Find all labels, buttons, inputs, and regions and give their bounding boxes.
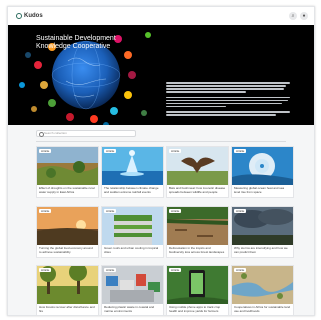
resource-card[interactable]: Article The relationship between climate … bbox=[101, 146, 164, 198]
search-input[interactable]: Search collection bbox=[36, 130, 136, 137]
search-placeholder: Search collection bbox=[44, 131, 67, 135]
card-badge: Article bbox=[104, 209, 117, 213]
card-caption[interactable]: Cooperatives in Africa for sustainable l… bbox=[234, 306, 291, 314]
card-badge: Article bbox=[234, 268, 247, 272]
card-badge: Article bbox=[39, 268, 52, 272]
card-caption[interactable]: Bats and bushmeat: how zoonotic disease … bbox=[169, 187, 226, 195]
resource-card[interactable]: Article Bats and bushmeat: how zoonotic d… bbox=[166, 146, 229, 198]
resource-card[interactable]: Article Cooperatives in Africa for sustai… bbox=[231, 265, 294, 315]
card-caption[interactable]: Effect of droughts on the sustainable ru… bbox=[39, 187, 96, 195]
card-caption[interactable]: Turning the global food economy around t… bbox=[39, 247, 96, 255]
card-caption[interactable]: Using mobile phone apps to track crop he… bbox=[169, 306, 226, 314]
card-caption[interactable]: Green roofs and urban cooling in tropica… bbox=[104, 247, 161, 255]
resource-card[interactable]: Article Using mobile phone apps to track … bbox=[166, 265, 229, 315]
section-divider bbox=[36, 141, 286, 142]
resource-card[interactable]: Article Measuring global ocean heat and s… bbox=[231, 146, 294, 198]
resource-card[interactable]: Article Deforestation in the tropics and … bbox=[166, 206, 229, 258]
card-caption[interactable]: Why storms are intensifying and how we c… bbox=[234, 247, 291, 255]
card-caption[interactable]: Reducing plastic waste in coastal and ma… bbox=[104, 306, 161, 314]
card-badge: Article bbox=[104, 149, 117, 153]
resource-card[interactable]: Article Why storms are intensifying and h… bbox=[231, 206, 294, 258]
card-caption[interactable]: Measuring global ocean heat and sea leve… bbox=[234, 187, 291, 195]
brand-logo[interactable]: Kudos bbox=[16, 11, 43, 21]
hero-banner: Sustainable Development Knowledge Cooper… bbox=[8, 25, 314, 125]
card-badge: Article bbox=[39, 209, 52, 213]
user-icon[interactable]: ● bbox=[300, 12, 308, 20]
top-bar: Kudos ⌕ ● bbox=[8, 7, 314, 26]
card-caption[interactable]: Deforestation in the tropics and biodive… bbox=[169, 247, 226, 255]
card-badge: Article bbox=[234, 209, 247, 213]
browser-frame: Kudos ⌕ ● Sustainable Development Knowle… bbox=[7, 6, 315, 316]
brand-name: Kudos bbox=[24, 13, 43, 19]
hero-description bbox=[166, 82, 294, 117]
globe-icon bbox=[52, 41, 120, 109]
resource-card[interactable]: Article Green roofs and urban cooling in … bbox=[101, 206, 164, 258]
resource-card[interactable]: Article Reducing plastic waste in coastal… bbox=[101, 265, 164, 315]
resource-card[interactable]: Article Turning the global food economy a… bbox=[36, 206, 99, 258]
card-badge: Article bbox=[104, 268, 117, 272]
card-caption[interactable]: The relationship between climate change … bbox=[104, 187, 161, 195]
kudos-logo-icon bbox=[16, 13, 22, 19]
card-badge: Article bbox=[169, 209, 182, 213]
resource-card[interactable]: Article How forests recover after disturb… bbox=[36, 265, 99, 315]
card-caption[interactable]: How forests recover after disturbance an… bbox=[39, 306, 96, 314]
hero-title: Sustainable Development Knowledge Cooper… bbox=[36, 35, 116, 50]
card-badge: Article bbox=[234, 149, 247, 153]
card-badge: Article bbox=[169, 149, 182, 153]
card-badge: Article bbox=[169, 268, 182, 272]
resource-card[interactable]: Article Effect of droughts on the sustain… bbox=[36, 146, 99, 198]
search-icon[interactable]: ⌕ bbox=[289, 12, 297, 20]
card-badge: Article bbox=[39, 149, 52, 153]
